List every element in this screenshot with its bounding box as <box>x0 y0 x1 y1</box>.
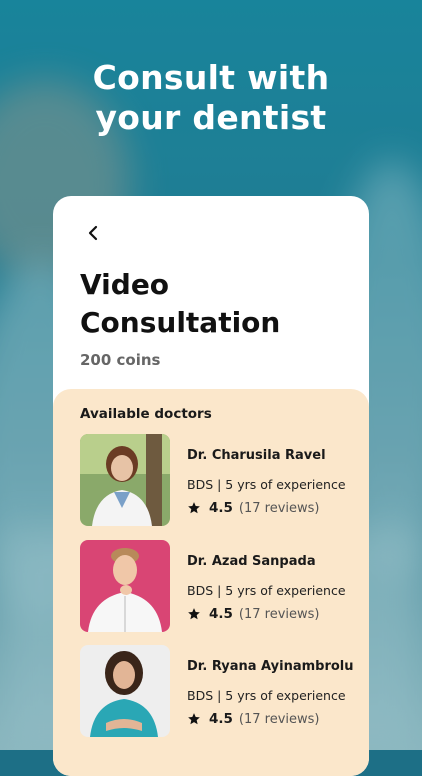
rating-value: 4.5 <box>209 500 233 516</box>
review-count: (17 reviews) <box>238 711 320 727</box>
doctor-rating: 4.5 (17 reviews) <box>187 711 320 727</box>
price-label: 200 coins <box>80 351 161 369</box>
chevron-left-icon <box>88 225 98 241</box>
star-icon <box>188 713 200 725</box>
headline-line-2: your dentist <box>95 98 327 137</box>
doctor-list-item[interactable]: Dr. Ryana Ayinambrolu BDS | 5 yrs of exp… <box>80 645 354 739</box>
doctors-panel: Available doctors Dr. Charusila Ravel BD… <box>53 389 369 776</box>
doctor-photo <box>80 434 170 526</box>
star-icon <box>188 502 200 514</box>
doctor-list-item[interactable]: Dr. Azad Sanpada BDS | 5 yrs of experien… <box>80 540 350 634</box>
doctor-photo <box>80 645 170 737</box>
star-icon <box>188 608 200 620</box>
doctor-qualification: BDS | 5 yrs of experience <box>187 477 346 492</box>
doctor-rating: 4.5 (17 reviews) <box>187 606 320 622</box>
doctor-rating: 4.5 (17 reviews) <box>187 500 320 516</box>
doctor-qualification: BDS | 5 yrs of experience <box>187 688 346 703</box>
headline: Consult with your dentist <box>0 58 422 138</box>
doctor-list-item[interactable]: Dr. Charusila Ravel BDS | 5 yrs of exper… <box>80 434 350 528</box>
headline-line-1: Consult with <box>92 58 330 97</box>
back-button[interactable] <box>80 220 106 246</box>
doctor-name: Dr. Charusila Ravel <box>187 448 326 463</box>
section-title: Available doctors <box>80 406 212 422</box>
review-count: (17 reviews) <box>238 500 320 516</box>
consultation-card: Video Consultation 200 coins Available d… <box>53 196 369 776</box>
doctor-name: Dr. Ryana Ayinambrolu <box>187 659 354 674</box>
doctor-photo <box>80 540 170 632</box>
doctor-name: Dr. Azad Sanpada <box>187 554 316 569</box>
doctor-qualification: BDS | 5 yrs of experience <box>187 583 346 598</box>
rating-value: 4.5 <box>209 606 233 622</box>
rating-value: 4.5 <box>209 711 233 727</box>
review-count: (17 reviews) <box>238 606 320 622</box>
page-title: Video Consultation <box>80 268 281 339</box>
